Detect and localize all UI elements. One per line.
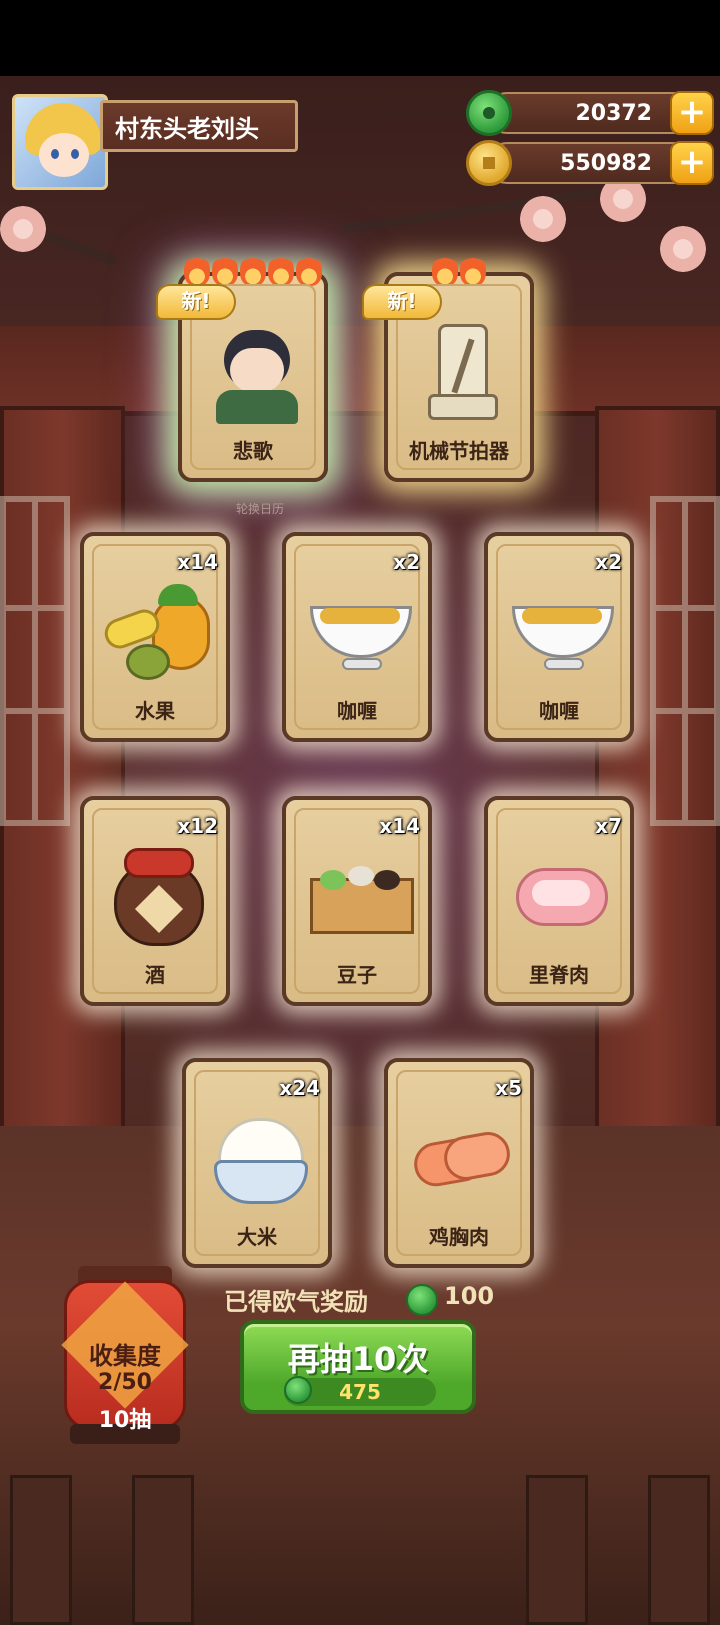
item-card-curry[interactable]: x2 咖喱 — [282, 532, 432, 742]
flame-icon — [184, 254, 210, 286]
fruit-icon — [100, 584, 214, 684]
flame-icon — [296, 254, 322, 286]
item-count: x24 — [279, 1076, 320, 1100]
metronome-icon — [408, 324, 518, 424]
wine-jar-icon — [104, 848, 214, 948]
card-label: 酒 — [145, 963, 165, 987]
flame-icon — [432, 254, 458, 286]
collection-progress: 2/50 — [98, 1370, 152, 1395]
item-card-curry[interactable]: x2 咖喱 — [484, 532, 634, 742]
item-card-fruit[interactable]: x14 水果 — [80, 532, 230, 742]
item-card-rice[interactable]: x24 大米 — [182, 1058, 332, 1268]
featured-card-metronome[interactable]: 新! 机械节拍器 — [362, 254, 534, 482]
coin-amount: 550982 — [560, 150, 652, 176]
card-label: 豆子 — [337, 963, 377, 987]
item-card-chicken-breast[interactable]: x5 鸡胸肉 — [384, 1058, 534, 1268]
item-card-tenderloin[interactable]: x7 里脊肉 — [484, 796, 634, 1006]
card-label: 水果 — [135, 699, 175, 723]
coin-icon — [466, 140, 512, 186]
flame-icon — [212, 254, 238, 286]
player-avatar[interactable] — [12, 94, 108, 190]
add-coins-button[interactable]: + — [670, 141, 714, 185]
fence-post — [10, 1475, 72, 1625]
curry-sauce-boat-icon — [306, 584, 416, 684]
draw-again-label: 再抽10次 — [287, 1340, 429, 1378]
chicken-breast-icon — [408, 1110, 518, 1210]
beans-box-icon — [306, 848, 416, 948]
card-label: 悲歌 — [233, 439, 273, 463]
card-label: 机械节拍器 — [409, 439, 509, 463]
add-jade-button[interactable]: + — [670, 91, 714, 135]
jade-icon — [466, 90, 512, 136]
left-window-lattice — [0, 496, 70, 826]
reward-label: 已得欧气奖励 — [224, 1288, 368, 1316]
item-count: x7 — [595, 814, 622, 838]
item-count: x2 — [393, 550, 420, 574]
item-count: x14 — [379, 814, 420, 838]
jade-amount: 20372 — [575, 100, 652, 126]
item-count: x2 — [595, 550, 622, 574]
jade-icon — [284, 1376, 312, 1404]
character-portrait-icon — [202, 324, 312, 424]
background-sign-text: 轮换日历 — [236, 502, 285, 516]
player-name: 村东头老刘头 — [115, 114, 259, 143]
right-window-lattice — [650, 496, 720, 826]
new-badge: 新! — [156, 284, 236, 320]
card-label: 里脊肉 — [529, 963, 589, 987]
item-count: x5 — [495, 1076, 522, 1100]
coin-currency-bar: 550982 + — [466, 140, 714, 186]
jade-currency-bar: 20372 + — [466, 90, 714, 136]
featured-card-beige[interactable]: 新! 悲歌 — [156, 254, 328, 482]
fence-post — [648, 1475, 710, 1625]
new-badge: 新! — [362, 284, 442, 320]
collection-title: 收集度 — [89, 1342, 161, 1370]
rarity-flames — [388, 254, 530, 286]
item-count: x14 — [177, 550, 218, 574]
fence-post — [526, 1475, 588, 1625]
player-name-plate: 村东头老刘头 — [100, 100, 298, 152]
blossom-icon — [660, 226, 706, 272]
reward-value: 100 — [444, 1282, 495, 1310]
collection-subtitle: 10抽 — [98, 1408, 152, 1433]
rice-bowl-icon — [206, 1110, 316, 1210]
jade-icon — [406, 1284, 438, 1316]
rarity-flames — [182, 254, 324, 286]
curry-sauce-boat-icon — [508, 584, 618, 684]
fence-post — [132, 1475, 194, 1625]
ceiling-beam — [0, 326, 720, 416]
blossom-icon — [520, 196, 566, 242]
card-label: 咖喱 — [539, 699, 579, 723]
blossom-icon — [0, 206, 46, 252]
item-count: x12 — [177, 814, 218, 838]
flame-icon — [460, 254, 486, 286]
item-card-wine[interactable]: x12 酒 — [80, 796, 230, 1006]
flame-icon — [268, 254, 294, 286]
flame-icon — [240, 254, 266, 286]
card-label: 咖喱 — [337, 699, 377, 723]
item-card-beans[interactable]: x14 豆子 — [282, 796, 432, 1006]
draw-again-button[interactable]: 再抽10次 475 — [240, 1320, 476, 1414]
tenderloin-meat-icon — [508, 848, 618, 948]
card-label: 大米 — [237, 1225, 277, 1249]
card-label: 鸡胸肉 — [429, 1225, 489, 1249]
